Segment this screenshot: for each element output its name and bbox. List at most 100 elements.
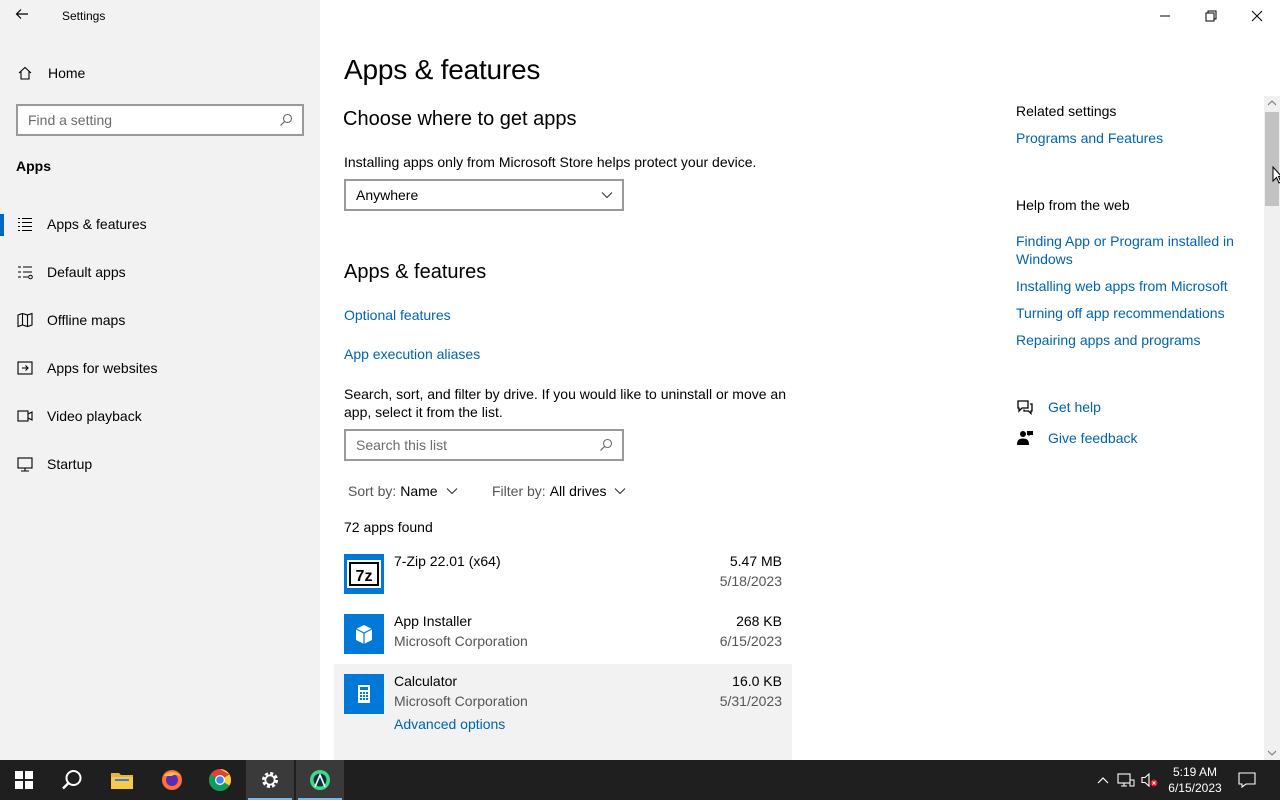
home-label: Home: [48, 65, 86, 81]
video-icon: [16, 407, 34, 425]
app-execution-aliases-link[interactable]: App execution aliases: [344, 345, 480, 363]
sidebar-item-offline-maps[interactable]: Offline maps: [0, 300, 320, 340]
main-content: Apps & features Choose where to get apps…: [320, 0, 1264, 760]
app-list-item[interactable]: App Installer Microsoft Corporation 268 …: [334, 604, 792, 664]
features-heading: Apps & features: [344, 261, 487, 283]
close-icon: [1251, 10, 1263, 22]
chevron-down-icon: [446, 488, 457, 495]
app-size: 268 KB: [736, 613, 782, 629]
firefox-icon: [162, 770, 182, 790]
sidebar-item-label: Video playback: [47, 408, 142, 424]
programs-and-features-link[interactable]: Programs and Features: [1016, 129, 1163, 147]
get-help-link[interactable]: Get help: [1048, 398, 1101, 416]
default-apps-icon: [16, 263, 34, 281]
advanced-options-link[interactable]: Advanced options: [394, 716, 505, 732]
app-date: 6/15/2023: [719, 633, 782, 649]
calculator-icon: [344, 674, 384, 714]
filter-value: All drives: [549, 483, 607, 499]
sidebar-item-startup[interactable]: Startup: [0, 444, 320, 484]
get-help-icon: [1016, 398, 1034, 416]
give-feedback-icon: [1016, 429, 1034, 447]
app-name: App Installer: [394, 613, 472, 629]
scrollbar-thumb[interactable]: [1265, 112, 1279, 206]
svg-text:7z: 7z: [356, 568, 373, 585]
help-link-turning-off-recommendations[interactable]: Turning off app recommendations: [1016, 304, 1225, 322]
help-link-repairing-apps[interactable]: Repairing apps and programs: [1016, 331, 1200, 349]
restore-button[interactable]: [1188, 0, 1234, 32]
search-icon[interactable]: [598, 437, 614, 453]
chevron-down-icon: [615, 488, 626, 495]
window-title: Settings: [62, 9, 106, 23]
search-list-box[interactable]: [344, 429, 624, 461]
search-icon[interactable]: [278, 112, 294, 128]
back-arrow-icon[interactable]: [14, 6, 34, 26]
give-feedback-row[interactable]: Give feedback: [1016, 429, 1138, 447]
filter-dropdown[interactable]: Filter by: All drives: [492, 483, 626, 499]
taskbar-clock[interactable]: 5:19 AM 6/15/2023: [1160, 764, 1230, 796]
sort-value: Name: [400, 483, 438, 499]
windows-logo-icon: [15, 771, 33, 789]
section-title-apps: Apps: [16, 158, 51, 174]
home-nav-item[interactable]: Home: [16, 62, 85, 84]
android-studio-icon: [310, 770, 330, 790]
mouse-cursor-icon: [1272, 165, 1280, 189]
help-link-finding-app[interactable]: Finding App or Program installed in Wind…: [1016, 232, 1256, 268]
find-setting-box[interactable]: [16, 104, 304, 136]
optional-features-link[interactable]: Optional features: [344, 306, 451, 324]
minimize-button[interactable]: [1142, 0, 1188, 32]
search-list-input[interactable]: [356, 437, 586, 453]
minimize-icon: [1160, 15, 1170, 17]
get-help-row[interactable]: Get help: [1016, 398, 1101, 416]
notification-center-icon[interactable]: [1234, 760, 1260, 800]
app-list-item-selected[interactable]: Calculator Microsoft Corporation 16.0 KB…: [334, 664, 792, 760]
restore-icon: [1205, 10, 1217, 22]
search-taskbar-button[interactable]: [48, 760, 96, 800]
taskbar: 5:19 AM 6/15/2023: [0, 760, 1280, 800]
find-setting-input[interactable]: [28, 112, 268, 128]
choose-heading: Choose where to get apps: [343, 108, 577, 130]
chevron-down-icon: [600, 188, 614, 202]
volume-muted-icon[interactable]: [1140, 760, 1160, 800]
page-title: Apps & features: [344, 54, 541, 85]
dropdown-value: Anywhere: [356, 187, 419, 203]
network-icon[interactable]: [1116, 760, 1136, 800]
sidebar-item-default-apps[interactable]: Default apps: [0, 252, 320, 292]
app-list-item[interactable]: 7z 7-Zip 22.01 (x64) 5.47 MB 5/18/2023: [334, 544, 792, 604]
sort-label: Sort by:: [348, 483, 397, 499]
sidebar-item-apps-for-websites[interactable]: Apps for websites: [0, 348, 320, 388]
vertical-scrollbar[interactable]: [1264, 96, 1280, 760]
sort-dropdown[interactable]: Sort by: Name: [348, 483, 458, 499]
tray-overflow-chevron-icon[interactable]: [1094, 760, 1112, 800]
app-source-dropdown[interactable]: Anywhere: [344, 179, 624, 211]
settings-taskbar-button[interactable]: [246, 760, 294, 800]
sidebar-item-label: Apps & features: [47, 216, 147, 232]
firefox-button[interactable]: [148, 760, 196, 800]
scroll-down-arrow-icon[interactable]: [1264, 746, 1280, 760]
help-link-installing-web-apps[interactable]: Installing web apps from Microsoft: [1016, 277, 1228, 295]
home-icon: [16, 64, 34, 82]
app-name: Calculator: [394, 673, 458, 689]
clock-time: 5:19 AM: [1172, 765, 1218, 779]
give-feedback-link[interactable]: Give feedback: [1048, 429, 1138, 447]
sidebar-item-video-playback[interactable]: Video playback: [0, 396, 320, 436]
app-date: 5/31/2023: [719, 693, 782, 709]
sidebar-item-apps-features[interactable]: Apps & features: [0, 204, 320, 244]
close-button[interactable]: [1234, 0, 1280, 32]
choose-description: Installing apps only from Microsoft Stor…: [344, 154, 757, 170]
sidebar-item-label: Offline maps: [47, 312, 126, 328]
file-explorer-button[interactable]: [98, 760, 146, 800]
help-from-web-title: Help from the web: [1016, 197, 1130, 213]
start-button[interactable]: [0, 760, 48, 800]
chrome-icon: [209, 769, 231, 791]
selection-indicator: [0, 214, 4, 236]
scroll-up-arrow-icon[interactable]: [1264, 96, 1280, 110]
folder-icon: [111, 773, 133, 789]
app-size: 5.47 MB: [729, 553, 782, 569]
sidebar-item-label: Apps for websites: [47, 360, 158, 376]
filter-label: Filter by:: [492, 483, 546, 499]
app-date: 5/18/2023: [719, 573, 782, 589]
apps-found-count: 72 apps found: [344, 519, 433, 535]
related-settings-title: Related settings: [1016, 103, 1117, 119]
chrome-button[interactable]: [196, 760, 244, 800]
android-studio-button[interactable]: [296, 760, 344, 800]
